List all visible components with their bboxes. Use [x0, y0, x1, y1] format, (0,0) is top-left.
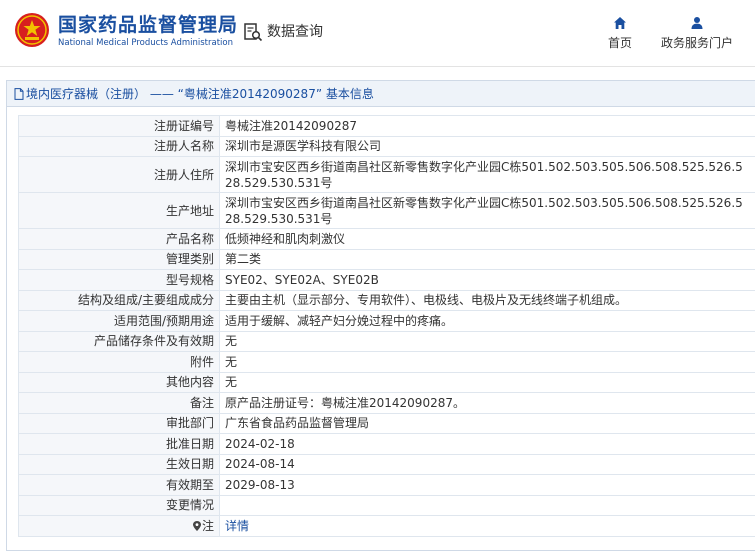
table-row: 注册人住所 深圳市宝安区西乡街道南昌社区新零售数字化产业园C栋501.502.50…	[18, 156, 755, 193]
field-label: 注册证编号	[18, 115, 220, 137]
field-value: 无	[219, 351, 755, 373]
field-value: 深圳市宝安区西乡街道南昌社区新零售数字化产业园C栋501.502.503.505…	[219, 156, 755, 193]
table-row: 变更情况	[18, 494, 755, 516]
data-query-link[interactable]: 数据查询	[243, 22, 323, 42]
field-label: 附件	[18, 351, 220, 373]
brand-name-cn: 国家药品监督管理局	[58, 14, 239, 36]
field-label: 产品储存条件及有效期	[18, 330, 220, 352]
nav-gov-service-portal[interactable]: 政务服务门户	[656, 16, 738, 51]
national-emblem-icon	[15, 13, 49, 47]
field-value: 主要由主机（显示部分、专用软件）、电极线、电极片及无线终端子机组成。	[219, 289, 755, 311]
nav-home[interactable]: 首页	[604, 16, 636, 51]
field-label: 管理类别	[18, 248, 220, 270]
field-value: 2029-08-13	[219, 474, 755, 496]
field-label: 其他内容	[18, 371, 220, 393]
note-label-cell: 注	[18, 515, 220, 537]
table-row: 结构及组成/主要组成成分 主要由主机（显示部分、专用软件）、电极线、电极片及无线终…	[18, 289, 755, 311]
field-value: 原产品注册证号：粤械注准20142090287。	[219, 392, 755, 414]
field-value: 无	[219, 330, 755, 352]
field-label: 注册人住所	[18, 156, 220, 193]
table-row: 其他内容无	[18, 371, 755, 393]
brand[interactable]: 国家药品监督管理局 National Medical Products Admi…	[58, 13, 238, 49]
field-label: 适用范围/预期用途	[18, 310, 220, 332]
search-document-icon	[244, 23, 263, 42]
field-label: 生产地址	[18, 192, 220, 229]
field-value: 适用于缓解、减轻产妇分娩过程中的疼痛。	[219, 310, 755, 332]
field-label: 审批部门	[18, 412, 220, 434]
table-row: 管理类别 第二类	[18, 248, 755, 270]
table-row: 审批部门 广东省食品药品监督管理局	[18, 412, 755, 434]
pin-icon	[192, 520, 201, 531]
field-value: 粤械注准20142090287	[219, 115, 755, 137]
field-label: 变更情况	[18, 494, 220, 516]
detail-table: 注册证编号 粤械注准20142090287 注册人名称 深圳市是源医学科技有限公司 注册…	[18, 115, 755, 537]
table-row: 产品名称 低频神经和肌肉刺激仪	[18, 228, 755, 250]
table-row: 生产地址 深圳市宝安区西乡街道南昌社区新零售数字化产业园C栋501.502.503…	[18, 192, 755, 229]
note-label: 注	[201, 518, 214, 533]
field-value: 2024-08-14	[219, 453, 755, 475]
table-row: 注册人名称 深圳市是源医学科技有限公司	[18, 135, 755, 157]
details-link[interactable]: 详情	[225, 519, 249, 533]
table-row: 批准日期 2024-02-18	[18, 433, 755, 455]
field-value: 第二类	[219, 248, 755, 270]
data-query-label: 数据查询	[267, 24, 323, 40]
field-label: 有效期至	[18, 474, 220, 496]
field-label: 批准日期	[18, 433, 220, 455]
table-row: 型号规格 SYE02、SYE02A、SYE02B	[18, 269, 755, 291]
brand-name-en: National Medical Products Administration	[58, 38, 233, 48]
field-value: 2024-02-18	[219, 433, 755, 455]
detail-title: 境内医疗器械（注册） —— “粤械注准20142090287” 基本信息	[26, 87, 374, 101]
table-row: 注册证编号 粤械注准20142090287	[18, 115, 755, 137]
table-row: 适用范围/预期用途 适用于缓解、减轻产妇分娩过程中的疼痛。	[18, 310, 755, 332]
nav-home-label: 首页	[607, 36, 632, 50]
table-row: 附件无	[18, 351, 755, 373]
field-value: 低频神经和肌肉刺激仪	[219, 228, 755, 250]
user-icon	[691, 17, 703, 29]
field-label: 结构及组成/主要组成成分	[18, 289, 220, 311]
document-icon	[14, 87, 24, 100]
header-divider	[0, 66, 755, 67]
note-value-cell: 详情	[219, 515, 755, 537]
field-value: 深圳市宝安区西乡街道南昌社区新零售数字化产业园C栋501.502.503.505…	[219, 192, 755, 229]
detail-title-bar: 境内医疗器械（注册） —— “粤械注准20142090287” 基本信息	[7, 81, 755, 107]
field-value: 无	[219, 371, 755, 393]
field-label: 注册人名称	[18, 135, 220, 157]
detail-panel: 境内医疗器械（注册） —— “粤械注准20142090287” 基本信息 注册证…	[6, 80, 755, 551]
site-header: 国家药品监督管理局 National Medical Products Admi…	[0, 0, 755, 66]
table-row: 生效日期 2024-08-14	[18, 453, 755, 475]
table-row-note: 注详情	[18, 515, 755, 537]
field-label: 产品名称	[18, 228, 220, 250]
table-row: 有效期至 2029-08-13	[18, 474, 755, 496]
table-row: 产品储存条件及有效期无	[18, 330, 755, 352]
field-value: SYE02、SYE02A、SYE02B	[219, 269, 755, 291]
field-value	[219, 494, 755, 516]
field-value: 广东省食品药品监督管理局	[219, 412, 755, 434]
table-row: 备注 原产品注册证号：粤械注准20142090287。	[18, 392, 755, 414]
field-label: 备注	[18, 392, 220, 414]
field-label: 生效日期	[18, 453, 220, 475]
field-value: 深圳市是源医学科技有限公司	[219, 135, 755, 157]
nav-gov-label: 政务服务门户	[660, 36, 733, 50]
field-label: 型号规格	[18, 269, 220, 291]
home-icon	[614, 17, 626, 29]
